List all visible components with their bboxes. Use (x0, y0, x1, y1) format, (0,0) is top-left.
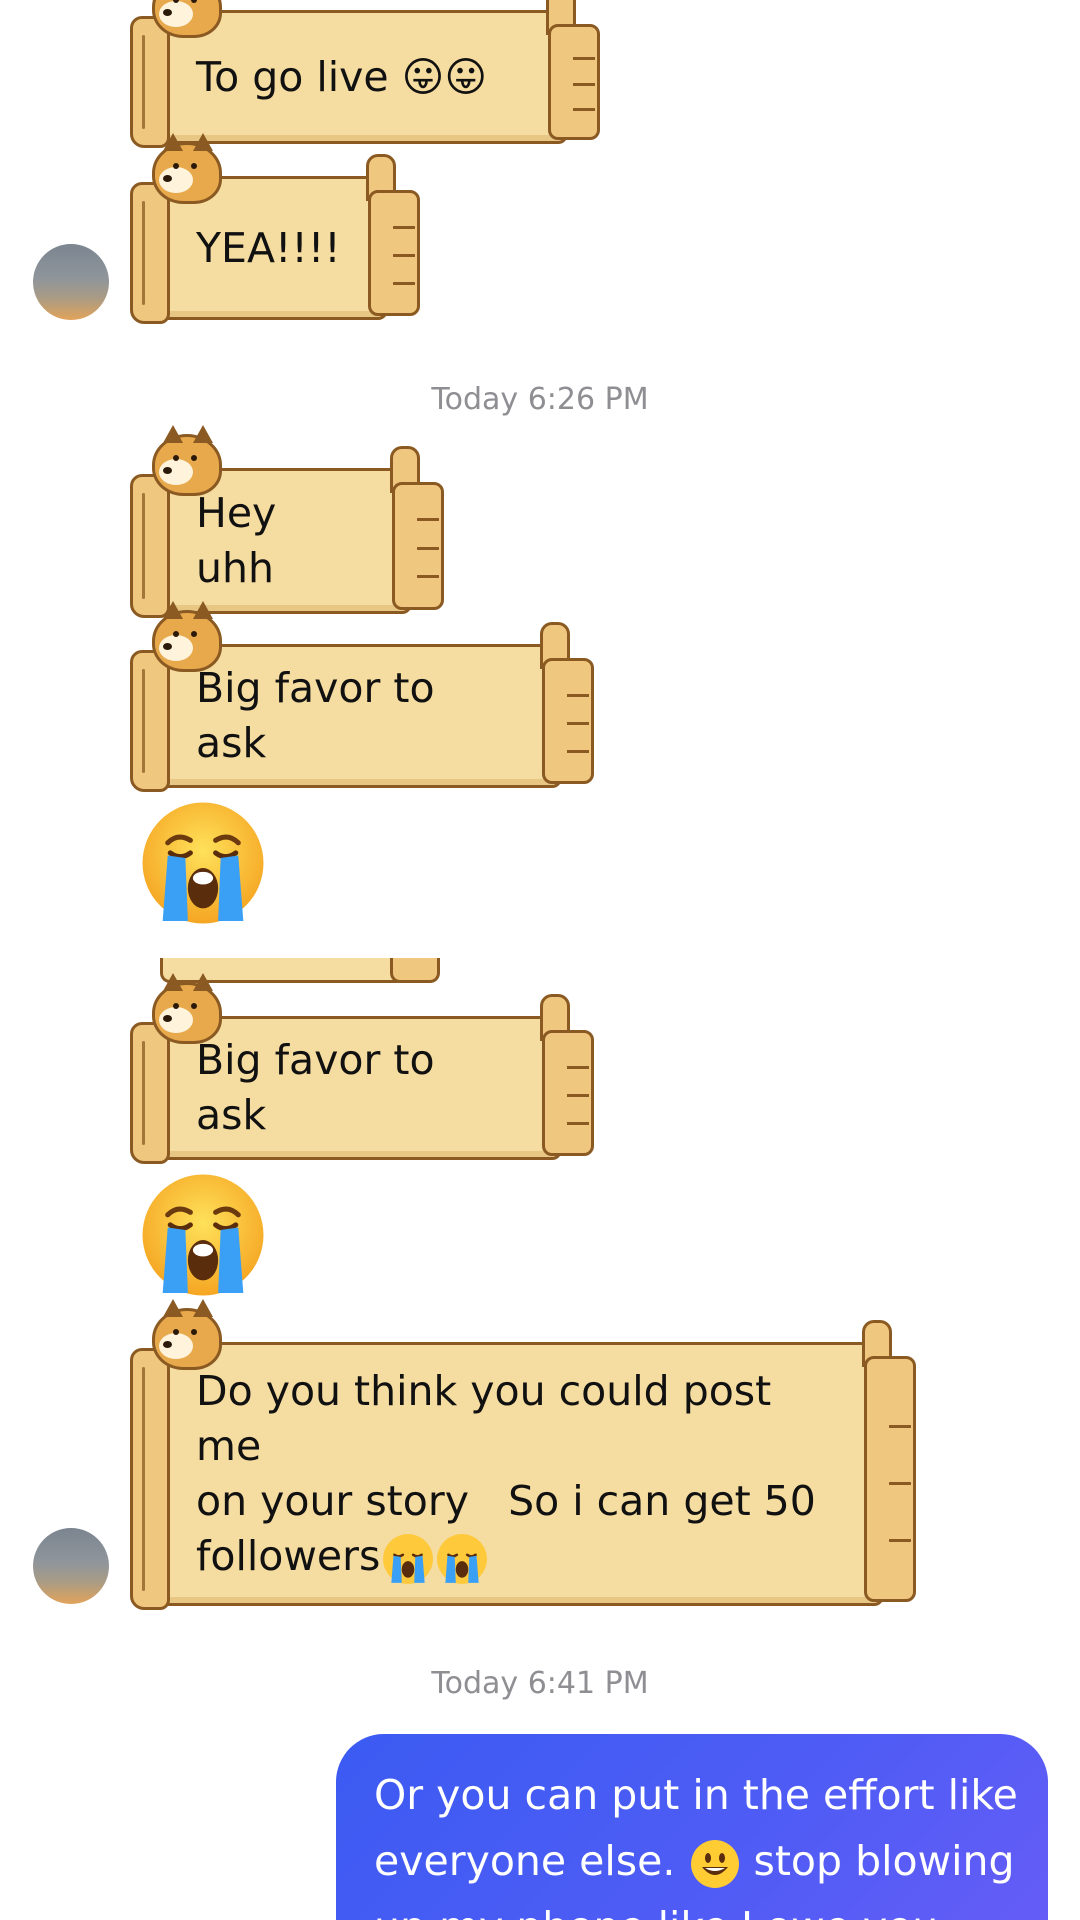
timestamp: Today 6:41 PM (431, 1666, 649, 1701)
doge-paw-right (542, 1030, 594, 1156)
message-text: Big favor to ask (196, 664, 448, 767)
message-bubble-incoming[interactable]: Big favor to ask (130, 973, 594, 1164)
message-text-body: Do you think you could post me on your s… (196, 1366, 816, 1580)
avatar[interactable] (33, 1528, 109, 1604)
crying-face-icon[interactable] (140, 800, 266, 926)
message-bubble-outgoing[interactable]: Or you can put in the effort like everyo… (336, 1734, 1048, 1920)
doge-paw-left (130, 16, 170, 148)
doge-paw-right (542, 658, 594, 784)
doge-paw-left (130, 1348, 170, 1610)
crying-face-icon (383, 1533, 434, 1584)
message-line-part: everyone else. (374, 1837, 676, 1885)
message-bubble-incoming[interactable]: Hey uhh (130, 425, 444, 618)
chat-screen: To go live 😛😛 YEA!!!! Today 6:26 PM Hey … (0, 0, 1080, 1920)
timestamp: Today 6:26 PM (431, 382, 649, 417)
message-text: Do you think you could post me on your s… (196, 1342, 836, 1606)
message-line: everyone else. stop blowing (374, 1828, 1015, 1894)
crying-face-icon (437, 1533, 488, 1584)
message-bubble-incoming[interactable]: YEA!!!! (130, 133, 420, 324)
message-text-content: Do you think you could post me on your s… (196, 1364, 836, 1585)
grinning-face-icon (691, 1840, 740, 1888)
doge-paw-left (130, 182, 170, 324)
message-text: Hey uhh (196, 489, 290, 592)
message-text: Big favor to ask (196, 1036, 448, 1139)
doge-paw-left (130, 474, 170, 618)
message-bubble-incoming[interactable]: Do you think you could post me on your s… (130, 1299, 916, 1610)
doge-paw-right (548, 24, 600, 140)
crying-face-icon[interactable] (140, 1172, 266, 1298)
message-text: YEA!!!! (196, 223, 341, 272)
doge-paw-left (130, 1022, 170, 1164)
doge-paw-right (368, 190, 420, 316)
doge-paw-right (392, 482, 444, 610)
avatar[interactable] (33, 244, 109, 320)
message-text: To go live 😛😛 (196, 52, 488, 101)
doge-paw-left (130, 650, 170, 792)
message-line-part: stop blowing (753, 1837, 1015, 1885)
doge-paw-right (864, 1356, 916, 1602)
message-line: Or you can put in the effort like (374, 1771, 1018, 1819)
message-bubble-incoming[interactable]: To go live 😛😛 (130, 0, 600, 148)
message-line: up my phone like I owe you (374, 1894, 1010, 1920)
message-bubble-incoming[interactable]: Big favor to ask (130, 601, 594, 792)
